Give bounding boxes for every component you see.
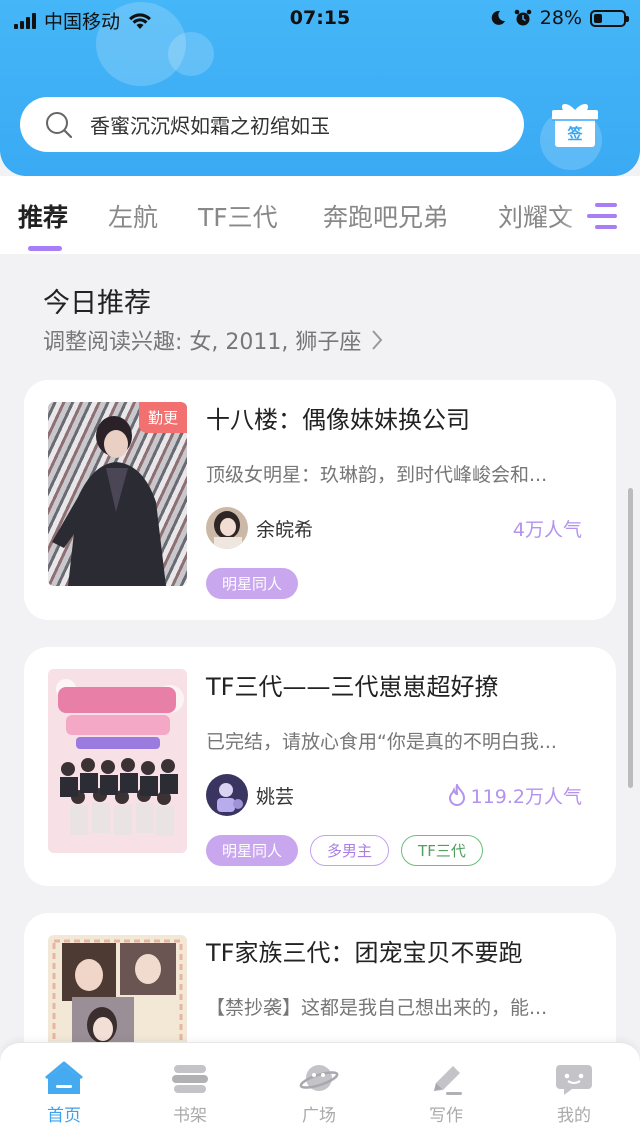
tab-recommend[interactable]: 推荐 bbox=[18, 198, 68, 234]
profile-chat-icon bbox=[556, 1065, 592, 1095]
popularity: 119.2万人气 bbox=[447, 782, 582, 809]
nav-bookshelf-label: 书架 bbox=[173, 1106, 207, 1126]
home-icon bbox=[45, 1061, 83, 1094]
active-tab-indicator bbox=[28, 246, 62, 251]
nav-square-label: 广场 bbox=[302, 1106, 336, 1126]
popularity-value: 119.2万人气 bbox=[470, 785, 582, 808]
book-description: 已完结，请放心食用“你是真的不明白我... bbox=[206, 731, 557, 753]
pen-icon bbox=[434, 1066, 462, 1095]
tab-running-man[interactable]: 奔跑吧兄弟 bbox=[323, 198, 448, 234]
tab-tf3[interactable]: TF三代 bbox=[198, 198, 278, 234]
update-badge: 勤更 bbox=[138, 402, 187, 433]
battery-percent: 28% bbox=[539, 7, 582, 29]
tag-list: 明星同人 bbox=[206, 568, 299, 599]
author-avatar[interactable] bbox=[206, 507, 248, 549]
interest-settings-link[interactable]: 调整阅读兴趣: 女, 2011, 狮子座 bbox=[43, 324, 383, 356]
book-cover bbox=[48, 669, 187, 853]
book-cover: 勤更 bbox=[48, 402, 187, 586]
nav-write[interactable]: 写作 bbox=[401, 1061, 491, 1126]
scrollbar[interactable] bbox=[628, 488, 633, 788]
book-title: TF三代——三代崽崽超好撩 bbox=[206, 673, 499, 701]
book-description: 顶级女明星：玖琳韵，到时代峰峻会和... bbox=[206, 464, 548, 486]
book-card[interactable]: TF三代——三代崽崽超好撩 已完结，请放心食用“你是真的不明白我... 姚芸 1… bbox=[24, 647, 616, 886]
header: 中国移动 07:15 28% 香蜜沉沉烬如霜之初绾如玉 签 bbox=[0, 0, 640, 176]
tag-list: 明星同人 多男主 TF三代 bbox=[206, 835, 483, 866]
nav-home[interactable]: 首页 bbox=[19, 1061, 109, 1126]
author-row: 余皖希 4万人气 bbox=[206, 506, 582, 550]
popularity-value: 4万人气 bbox=[512, 518, 582, 541]
checkin-label: 签 bbox=[567, 125, 583, 143]
tab-zuohang[interactable]: 左航 bbox=[108, 198, 158, 234]
nav-me-label: 我的 bbox=[557, 1106, 591, 1126]
popularity: 4万人气 bbox=[513, 515, 582, 542]
section-subtitle: 调整阅读兴趣: 女, 2011, 狮子座 bbox=[43, 330, 362, 355]
bottom-nav: 首页 书架 广场 写作 我的 bbox=[0, 1042, 640, 1139]
book-card[interactable]: 勤更 十八楼：偶像妹妹换公司 顶级女明星：玖琳韵，到时代峰峻会和... 余皖希 … bbox=[24, 380, 616, 620]
checkin-button[interactable]: 签 bbox=[549, 101, 601, 149]
decor-bubble bbox=[168, 32, 214, 76]
cover-art bbox=[48, 669, 187, 853]
author-name: 姚芸 bbox=[256, 785, 295, 808]
book-title: TF家族三代：团宠宝贝不要跑 bbox=[206, 939, 523, 967]
author-name: 余皖希 bbox=[256, 518, 314, 541]
chevron-right-icon bbox=[372, 330, 383, 350]
search-bar[interactable]: 香蜜沉沉烬如霜之初绾如玉 bbox=[20, 97, 524, 152]
category-tabs: 推荐 左航 TF三代 奔跑吧兄弟 刘耀文 bbox=[0, 176, 640, 254]
bookshelf-icon bbox=[172, 1065, 208, 1093]
author-row: 姚芸 119.2万人气 bbox=[206, 773, 582, 817]
moon-icon bbox=[491, 10, 505, 25]
nav-bookshelf[interactable]: 书架 bbox=[145, 1061, 235, 1126]
author-avatar[interactable] bbox=[206, 774, 248, 816]
alarm-icon bbox=[514, 9, 532, 26]
tag[interactable]: TF三代 bbox=[401, 835, 483, 866]
battery-icon bbox=[590, 9, 629, 27]
nav-write-label: 写作 bbox=[429, 1106, 463, 1126]
section-title: 今日推荐 bbox=[43, 288, 151, 319]
planet-icon bbox=[299, 1065, 339, 1091]
tag[interactable]: 明星同人 bbox=[206, 835, 299, 866]
battery-level bbox=[594, 13, 602, 23]
nav-me[interactable]: 我的 bbox=[529, 1061, 619, 1126]
book-title: 十八楼：偶像妹妹换公司 bbox=[206, 406, 470, 434]
search-icon bbox=[46, 111, 73, 138]
flame-icon bbox=[448, 784, 465, 806]
tag[interactable]: 多男主 bbox=[310, 835, 390, 866]
search-input[interactable]: 香蜜沉沉烬如霜之初绾如玉 bbox=[90, 110, 330, 139]
tag[interactable]: 明星同人 bbox=[206, 568, 299, 599]
nav-square[interactable]: 广场 bbox=[274, 1061, 364, 1126]
status-bar: 中国移动 07:15 28% bbox=[0, 0, 640, 36]
category-menu-icon[interactable] bbox=[587, 201, 619, 231]
book-description: 【禁抄袭】这都是我自己想出来的，能... bbox=[206, 997, 548, 1019]
nav-home-label: 首页 bbox=[47, 1106, 81, 1126]
